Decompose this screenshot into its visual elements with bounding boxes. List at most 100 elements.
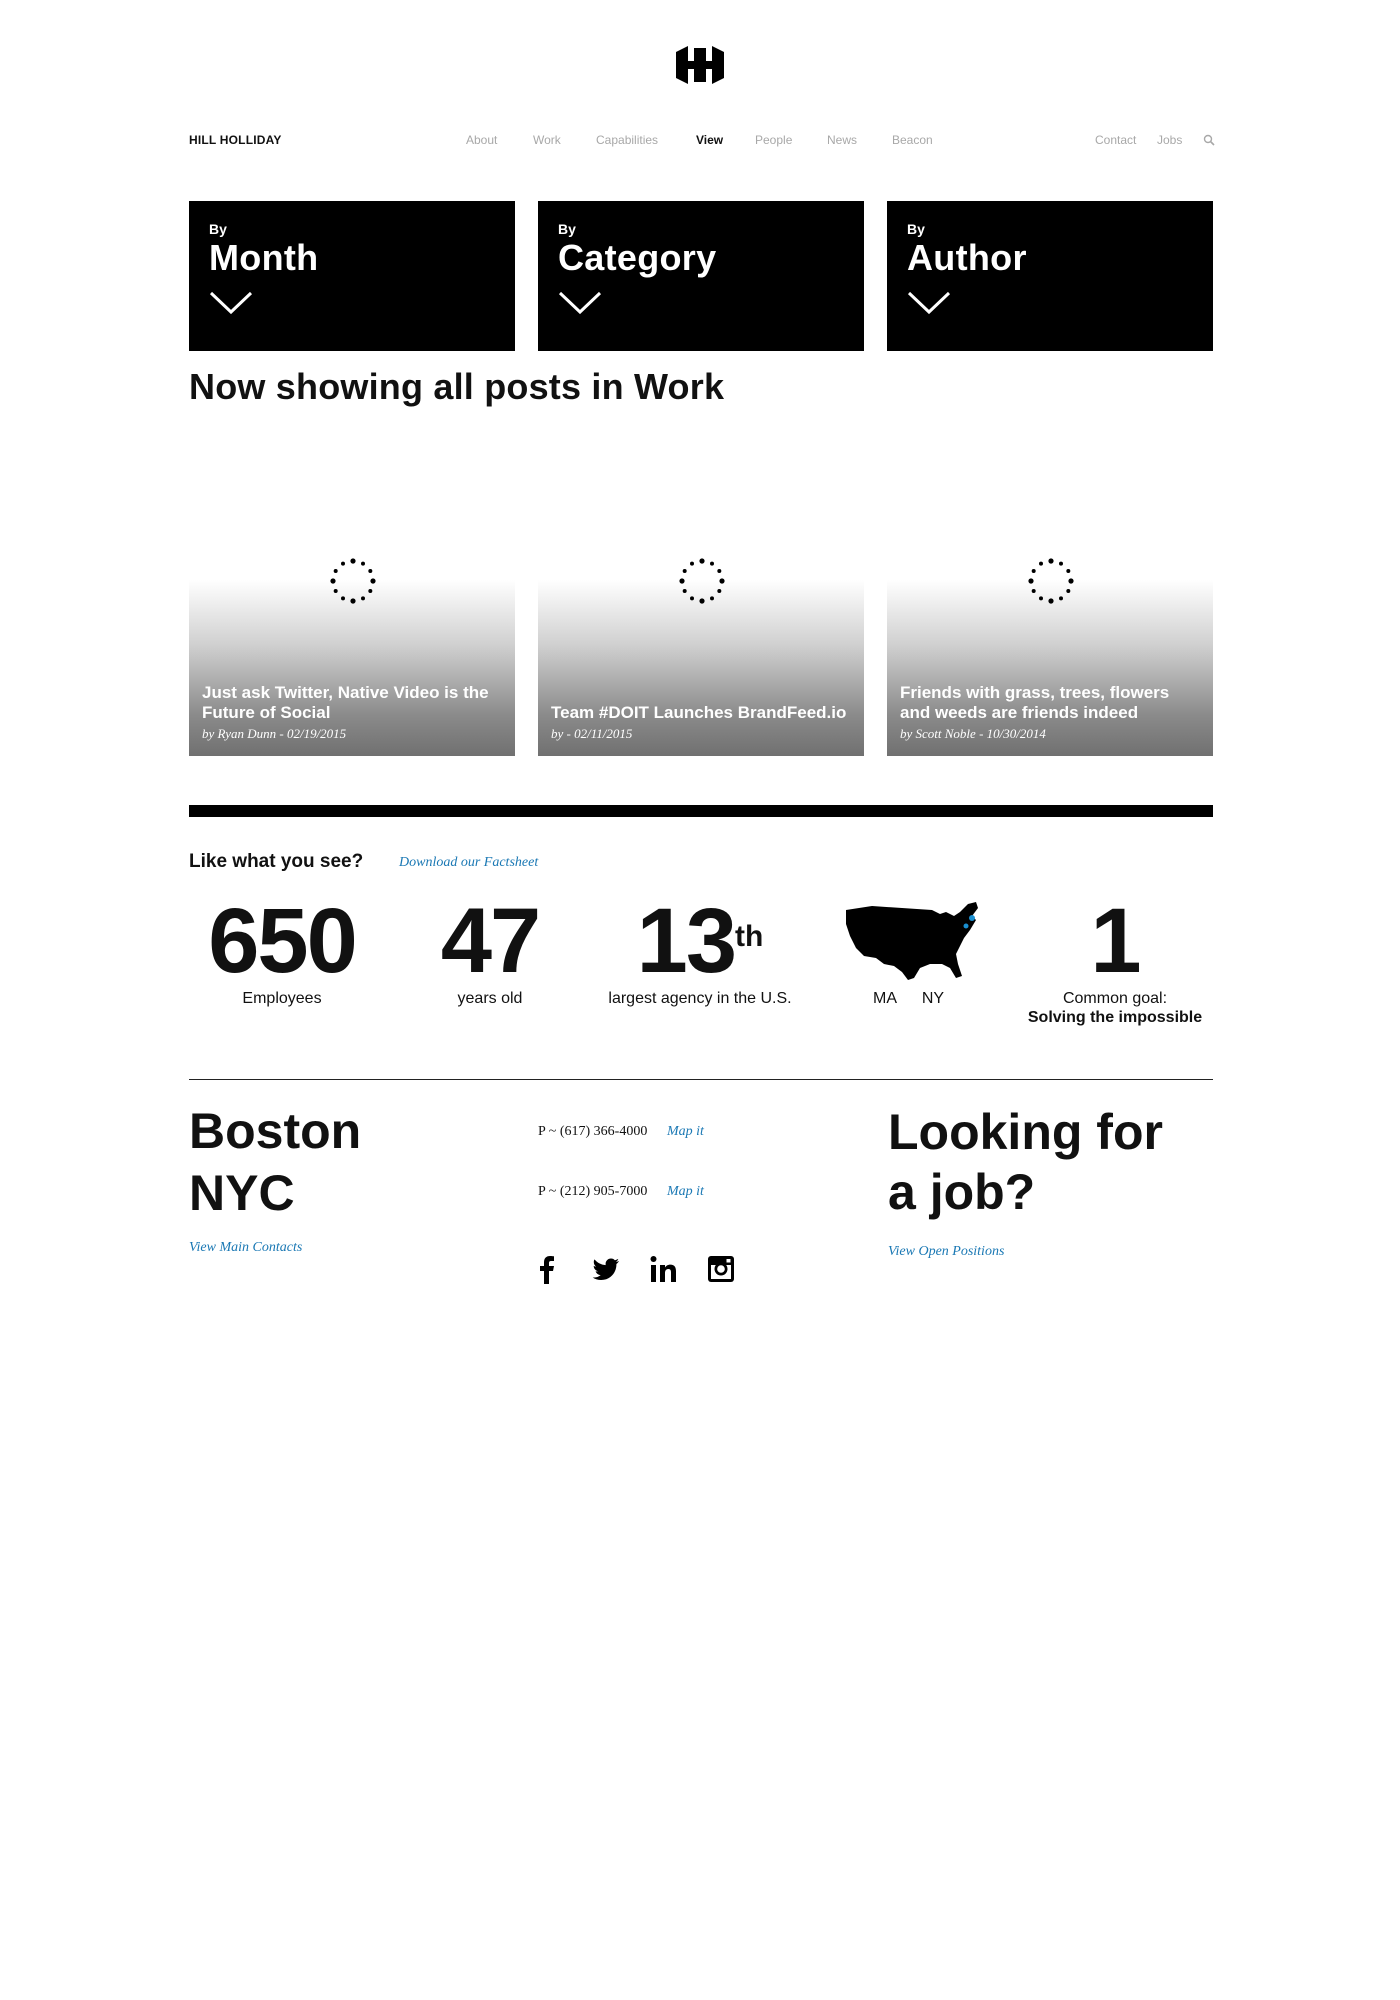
map-it-nyc-link[interactable]: Map it — [667, 1184, 704, 1200]
spinner-dot — [717, 589, 722, 593]
spinner-dot — [682, 569, 687, 573]
nav-contact[interactable]: Contact — [1095, 133, 1136, 147]
stat-rank-value: 13th — [636, 890, 764, 992]
nav-news[interactable]: News — [827, 133, 857, 147]
spinner-dot — [719, 578, 725, 584]
post-title[interactable]: Team #DOIT Launches BrandFeed.io — [551, 703, 854, 723]
stat-employees-label: Employees — [242, 990, 322, 1007]
spinner-dot — [1068, 578, 1074, 584]
spinner-icon — [679, 558, 725, 604]
spinner-dot — [699, 598, 705, 604]
stat-rank-sup: th — [735, 920, 764, 953]
spinner-dot — [1059, 561, 1063, 566]
spinner-dot — [1059, 596, 1063, 601]
spinner-dot — [368, 589, 373, 593]
nav-jobs[interactable]: Jobs — [1157, 133, 1182, 147]
spinner-dot — [341, 596, 345, 601]
us-map-icon — [846, 902, 978, 980]
stat-goal-label: Common goal: — [1062, 990, 1168, 1007]
view-open-positions-link[interactable]: View Open Positions — [888, 1244, 1004, 1260]
filter-by-category[interactable]: By Category — [538, 201, 864, 351]
nav-about[interactable]: About — [466, 133, 497, 147]
spinner-icon — [1028, 558, 1074, 604]
nav-capabilities[interactable]: Capabilities — [596, 133, 658, 147]
filter-by-label: By — [209, 221, 227, 237]
spinner-dot — [333, 569, 338, 573]
spinner-dot — [350, 558, 356, 564]
spinner-dot — [330, 578, 336, 584]
spinner-dot — [682, 589, 687, 593]
filter-by-month[interactable]: By Month — [189, 201, 515, 351]
footer-divider — [189, 1079, 1213, 1080]
factsheet-link[interactable]: Download our Factsheet — [399, 855, 538, 871]
map-it-boston-link[interactable]: Map it — [667, 1124, 704, 1140]
brand-name[interactable]: HILL HOLLIDAY — [189, 133, 282, 147]
stat-employees-value: 650 — [208, 890, 358, 992]
spinner-dot — [690, 561, 694, 566]
nav-view[interactable]: View — [696, 133, 723, 147]
stat-rank-label: largest agency in the U.S. — [608, 990, 792, 1007]
stat-goal-value: 1 — [1090, 890, 1141, 992]
spinner-dot — [1048, 558, 1054, 564]
job-heading-line1: Looking for — [888, 1104, 1163, 1160]
filter-by-label: By — [558, 221, 576, 237]
filter-by-author[interactable]: By Author — [887, 201, 1213, 351]
spinner-dot — [710, 596, 714, 601]
spinner-dot — [333, 589, 338, 593]
linkedin-icon[interactable] — [648, 1254, 678, 1284]
spinner-dot — [690, 596, 694, 601]
spinner-dot — [1039, 596, 1043, 601]
filter-by-label: By — [907, 221, 925, 237]
phone-nyc[interactable]: P ~ (212) 905-7000 — [538, 1184, 647, 1200]
spinner-dot — [350, 598, 356, 604]
spinner-dot — [368, 569, 373, 573]
phone-boston[interactable]: P ~ (617) 366-4000 — [538, 1124, 647, 1140]
post-title[interactable]: Friends with grass, trees, flowers and w… — [900, 683, 1203, 723]
spinner-dot — [1031, 589, 1036, 593]
twitter-icon[interactable] — [591, 1254, 621, 1284]
instagram-icon[interactable] — [706, 1254, 736, 1284]
spinner-dot — [1039, 561, 1043, 566]
spinner-dot — [679, 578, 685, 584]
spinner-dot — [699, 558, 705, 564]
nav-beacon[interactable]: Beacon — [892, 133, 933, 147]
facebook-icon[interactable] — [532, 1254, 562, 1284]
spinner-dot — [1066, 569, 1071, 573]
post-title[interactable]: Just ask Twitter, Native Video is the Fu… — [202, 683, 505, 723]
nav-people[interactable]: People — [755, 133, 792, 147]
chevron-down-icon — [209, 291, 253, 315]
city-nyc: NYC — [189, 1165, 295, 1221]
search-icon[interactable] — [1203, 134, 1215, 146]
filter-title: Author — [907, 237, 1027, 278]
post-meta: by - 02/11/2015 — [551, 726, 633, 741]
stat-years-value: 47 — [440, 890, 541, 992]
logo-icon[interactable] — [674, 44, 726, 86]
chevron-down-icon — [907, 291, 951, 315]
post-meta: by Scott Noble - 10/30/2014 — [900, 726, 1046, 741]
location-ma: MA — [873, 990, 897, 1007]
post-card[interactable]: Friends with grass, trees, flowers and w… — [887, 556, 1213, 756]
spinner-dot — [710, 561, 714, 566]
city-boston: Boston — [189, 1103, 362, 1159]
job-heading-line2: a job? — [888, 1164, 1036, 1220]
spinner-dot — [1048, 598, 1054, 604]
section-divider — [189, 805, 1213, 817]
nav-work[interactable]: Work — [533, 133, 561, 147]
post-card[interactable]: Just ask Twitter, Native Video is the Fu… — [189, 556, 515, 756]
view-main-contacts-link[interactable]: View Main Contacts — [189, 1240, 302, 1256]
spinner-dot — [370, 578, 376, 584]
post-card[interactable]: Team #DOIT Launches BrandFeed.io by - 02… — [538, 556, 864, 756]
filter-title: Month — [209, 237, 319, 278]
post-meta: by Ryan Dunn - 02/19/2015 — [202, 726, 347, 741]
spinner-dot — [361, 596, 365, 601]
spinner-dot — [341, 561, 345, 566]
like-heading: Like what you see? — [189, 851, 364, 872]
location-ny: NY — [921, 990, 945, 1007]
spinner-dot — [361, 561, 365, 566]
spinner-icon — [330, 558, 376, 604]
page-title: Now showing all posts in Work — [189, 366, 725, 407]
stat-goal-label-bold: Solving the impossible — [1027, 1009, 1203, 1026]
spinner-dot — [1066, 589, 1071, 593]
filter-title: Category — [558, 237, 717, 278]
stat-years-label: years old — [457, 990, 523, 1007]
